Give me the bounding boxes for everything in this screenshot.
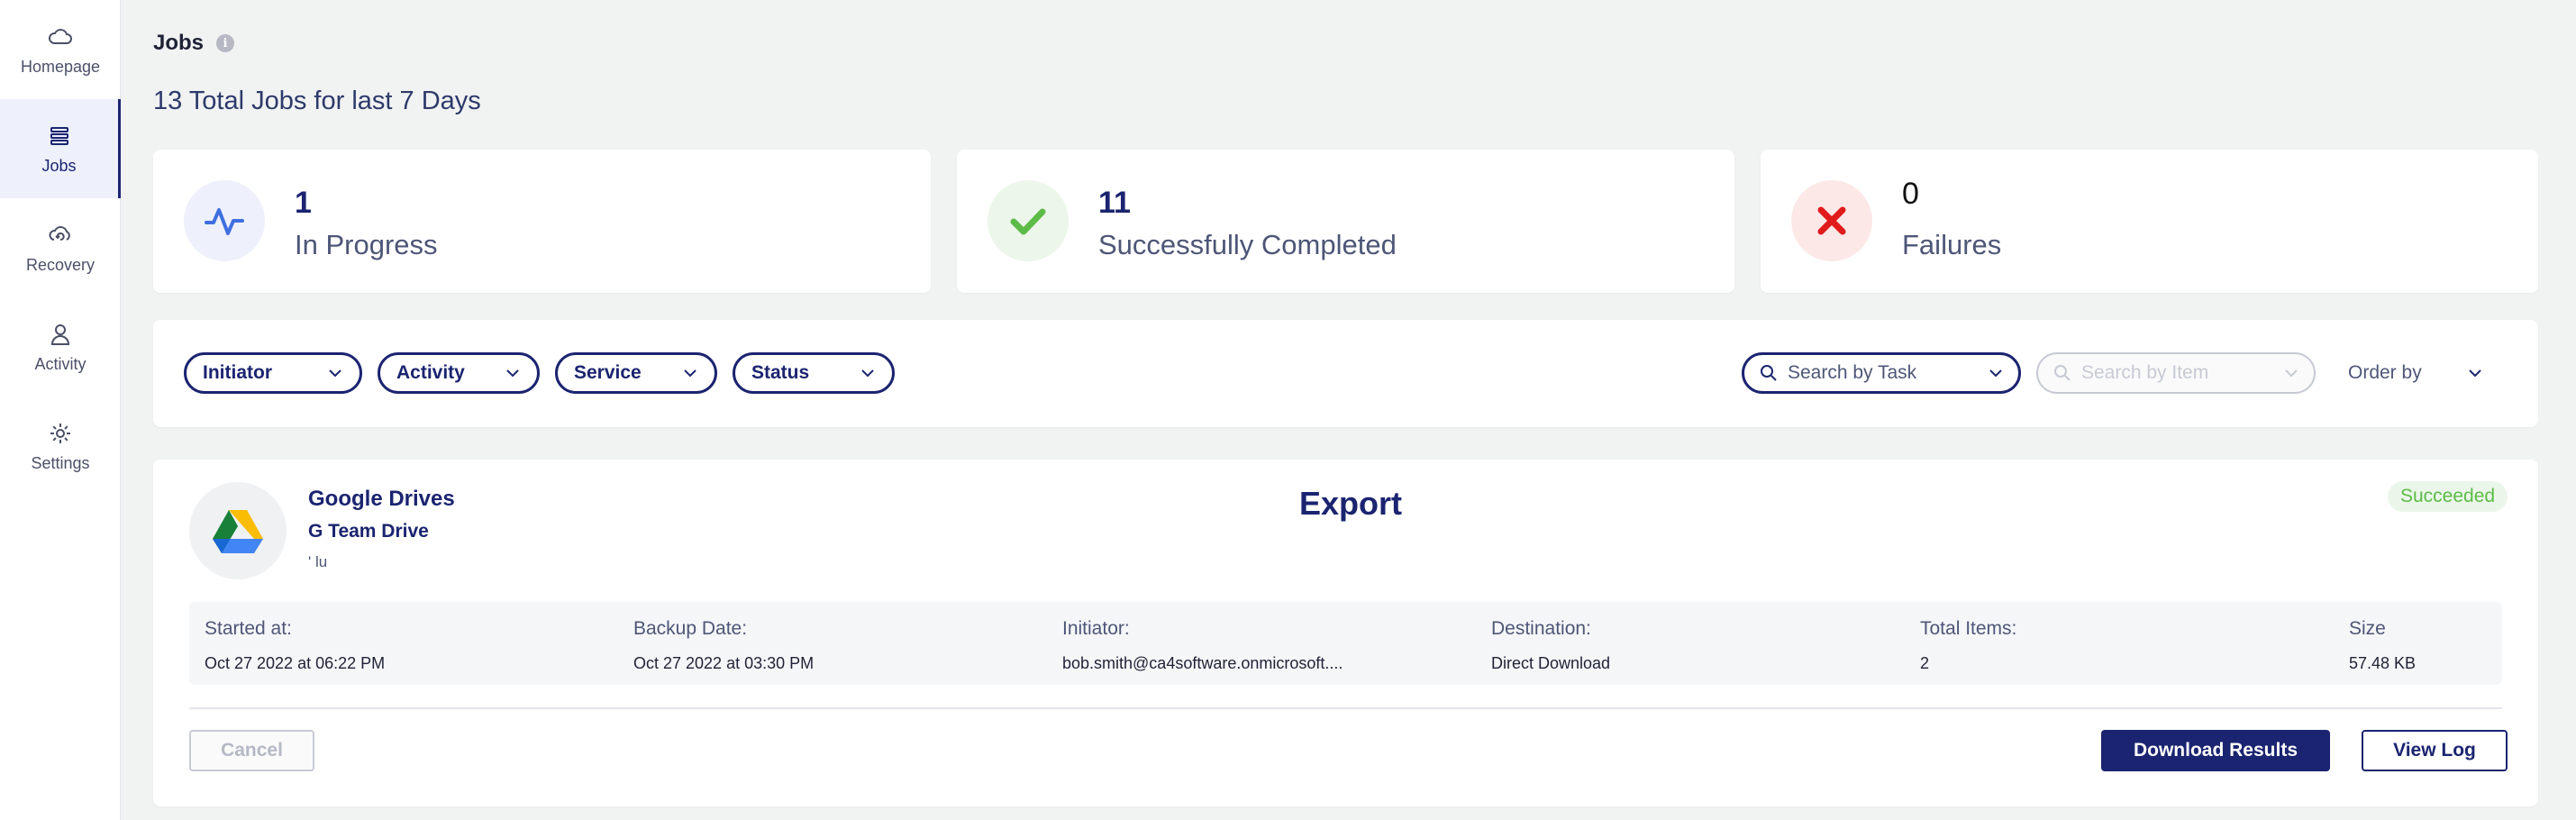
page-title-text: Jobs [153, 31, 205, 55]
detail-destination: Destination: Direct Download [1491, 618, 1610, 673]
gear-icon [50, 423, 70, 443]
sidebar-item-jobs[interactable]: Jobs [0, 99, 121, 198]
order-by-label: Order by [2348, 362, 2422, 383]
detail-initiator: Initiator: bob.smith@ca4software.onmicro… [1062, 618, 1343, 673]
sidebar-item-label: Settings [31, 453, 90, 472]
detail-size: Size 57.48 KB [2349, 618, 2416, 673]
detail-value: 2 [1920, 654, 1930, 672]
jobs-summary: 13 Total Jobs for last 7 Days [153, 87, 481, 115]
search-item-placeholder: Search by Item [2081, 362, 2209, 383]
detail-label: Destination: [1491, 618, 1591, 639]
filter-bar: Initiator Activity Service Status Search… [153, 320, 2538, 427]
detail-value: 57.48 KB [2349, 654, 2417, 672]
chevron-down-icon [506, 369, 519, 378]
jobs-icon [50, 126, 68, 145]
stat-value: 1 [295, 186, 312, 220]
sidebar-item-activity[interactable]: Activity [0, 297, 121, 396]
sidebar-item-label: Recovery [25, 255, 96, 274]
detail-started-at: Started at: Oct 27 2022 at 06:22 PM [205, 618, 385, 673]
detail-value: Oct 27 2022 at 06:22 PM [205, 654, 386, 672]
detail-label: Started at: [205, 618, 292, 639]
divider [189, 707, 2502, 709]
status-filter[interactable]: Status [733, 352, 895, 394]
filter-label: Status [751, 362, 810, 383]
order-by-dropdown[interactable]: Order by [2348, 352, 2483, 394]
stat-value: 0 [1902, 177, 1919, 211]
stat-card-failures: 0 Failures [1761, 150, 2538, 293]
info-icon[interactable]: i [216, 34, 235, 52]
chevron-down-icon [861, 369, 874, 378]
detail-label: Initiator: [1062, 618, 1130, 639]
x-icon [1791, 180, 1872, 261]
chevron-down-icon [684, 369, 696, 378]
recovery-icon [49, 225, 70, 241]
activity-filter[interactable]: Activity [378, 352, 540, 394]
chevron-down-icon [1989, 369, 2002, 378]
service-filter[interactable]: Service [555, 352, 717, 394]
page-title: Jobs i [153, 31, 235, 56]
status-badge: Succeeded [2388, 481, 2508, 512]
detail-value: bob.smith@ca4software.onmicrosoft.... [1062, 654, 1343, 672]
google-drive-icon [189, 482, 287, 579]
job-type: Export [1299, 485, 1403, 522]
chevron-down-icon [2468, 369, 2481, 378]
search-icon [1761, 365, 1777, 381]
detail-label: Size [2349, 618, 2386, 639]
detail-label: Total Items: [1920, 618, 2017, 639]
sidebar-item-settings[interactable]: Settings [0, 396, 121, 496]
search-by-item-input[interactable]: Search by Item [2036, 352, 2316, 394]
search-task-placeholder: Search by Task [1788, 362, 1917, 383]
activity-pulse-icon [184, 180, 265, 261]
download-results-button[interactable]: Download Results [2101, 730, 2330, 771]
stat-label: In Progress [295, 229, 438, 260]
filter-label: Service [574, 362, 642, 383]
sidebar-item-label: Activity [34, 354, 86, 373]
sidebar-item-label: Homepage [20, 57, 101, 76]
view-log-button[interactable]: View Log [2362, 730, 2508, 771]
job-card: Google Drives G Team Drive ' lu Export S… [153, 460, 2538, 806]
detail-label: Backup Date: [633, 618, 748, 639]
stat-card-completed: 11 Successfully Completed [957, 150, 1734, 293]
search-by-task-input[interactable]: Search by Task [1742, 352, 2021, 394]
user-icon [50, 323, 70, 345]
detail-value: Oct 27 2022 at 03:30 PM [633, 654, 815, 672]
sidebar: Homepage Jobs Recovery Activity Settings [0, 0, 121, 820]
detail-total-items: Total Items: 2 [1920, 618, 2016, 673]
cancel-button[interactable]: Cancel [189, 730, 314, 771]
sidebar-item-label: Jobs [41, 156, 77, 175]
scrollbar[interactable] [2565, 0, 2576, 820]
stat-value: 11 [1098, 186, 1131, 220]
job-service: Google Drives [308, 487, 455, 511]
check-icon [988, 180, 1069, 261]
chevron-down-icon [329, 369, 341, 378]
detail-value: Direct Download [1491, 654, 1611, 672]
detail-backup-date: Backup Date: Oct 27 2022 at 03:30 PM [633, 618, 814, 673]
job-drive: G Team Drive [308, 521, 429, 542]
sidebar-item-recovery[interactable]: Recovery [0, 198, 121, 297]
stat-label: Successfully Completed [1098, 229, 1397, 260]
stat-card-in-progress: 1 In Progress [153, 150, 931, 293]
initiator-filter[interactable]: Initiator [184, 352, 362, 394]
chevron-down-icon [2285, 369, 2298, 378]
stat-label: Failures [1902, 229, 2002, 260]
cloud-icon [49, 28, 72, 44]
filter-label: Activity [396, 362, 465, 383]
job-note: ' lu [308, 553, 328, 570]
sidebar-item-homepage[interactable]: Homepage [0, 0, 121, 99]
search-icon [2054, 365, 2071, 381]
job-details: Started at: Oct 27 2022 at 06:22 PM Back… [189, 602, 2502, 685]
filter-label: Initiator [203, 362, 272, 383]
